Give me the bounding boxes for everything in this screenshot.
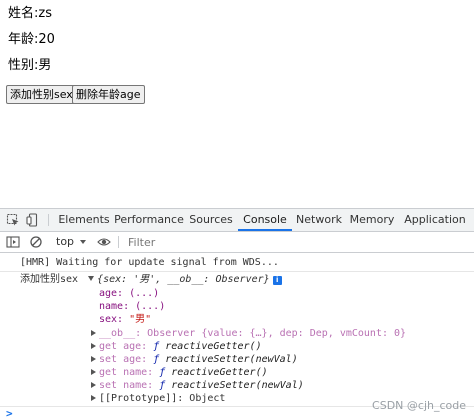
console-toolbar: top	[0, 232, 474, 253]
inspect-element-icon[interactable]	[6, 213, 20, 227]
name-text: 姓名:zs	[8, 6, 52, 21]
prototype-line[interactable]: [[Prototype]]: Object	[91, 392, 225, 405]
expand-arrow-icon[interactable]	[91, 330, 96, 336]
toolbar-separator	[118, 236, 119, 248]
tab-elements[interactable]: Elements	[56, 209, 112, 231]
sex-value: "男"	[129, 314, 152, 325]
accessor-set-age[interactable]: set age: ƒ reactiveSetter(newVal)	[91, 353, 298, 366]
tab-application[interactable]: Application	[404, 209, 466, 231]
expand-arrow-icon[interactable]	[91, 395, 96, 401]
expand-arrow-icon[interactable]	[91, 382, 96, 388]
tab-sources[interactable]: Sources	[188, 209, 234, 231]
prop-age[interactable]: age: (...)	[99, 287, 159, 300]
tab-console[interactable]: Console	[238, 209, 292, 231]
expand-arrow-icon[interactable]	[91, 369, 96, 375]
clear-console-icon[interactable]	[29, 235, 43, 249]
console-prompt[interactable]: >	[6, 407, 13, 420]
context-selector[interactable]: top	[56, 232, 74, 252]
web-page: 姓名:zs 年龄:20 性别:男 添加性别sex 删除年龄age	[0, 0, 474, 208]
sidebar-toggle-icon[interactable]	[6, 235, 20, 249]
watermark: CSDN @cjh_code	[372, 399, 466, 412]
expand-arrow-icon[interactable]	[91, 343, 96, 349]
device-toolbar-icon[interactable]	[26, 213, 40, 227]
tabbar-separator	[48, 214, 49, 226]
accessor-get-name[interactable]: get name: ƒ reactiveGetter()	[91, 366, 268, 379]
prop-sex: sex: "男"	[99, 314, 152, 325]
log-entry[interactable]: 添加性别sex {sex: '男', __ob__: Observer} i	[20, 273, 282, 286]
sex-text: 性别:男	[8, 58, 52, 73]
prop-name[interactable]: name: (...)	[99, 300, 165, 313]
accessor-get-age[interactable]: get age: ƒ reactiveGetter()	[91, 340, 262, 353]
hmr-message: [HMR] Waiting for update signal from WDS…	[20, 257, 279, 268]
devtools-tabbar: Elements Performance Sources Console Net…	[0, 209, 474, 232]
log-label: 添加性别sex	[20, 274, 79, 285]
info-icon[interactable]: i	[272, 276, 282, 285]
message-separator	[0, 271, 474, 272]
delete-age-button[interactable]: 删除年龄age	[72, 85, 145, 104]
age-text: 年龄:20	[8, 32, 55, 47]
prop-ob[interactable]: __ob__: Observer {value: {…}, dep: Dep, …	[91, 327, 406, 340]
filter-input[interactable]	[124, 234, 472, 250]
object-summary[interactable]: {sex: '男', __ob__: Observer}	[97, 274, 270, 285]
tab-performance[interactable]: Performance	[114, 209, 184, 231]
add-sex-button[interactable]: 添加性别sex	[6, 85, 77, 104]
expand-arrow-icon[interactable]	[91, 356, 96, 362]
devtools-panel: Elements Performance Sources Console Net…	[0, 208, 474, 420]
expand-arrow-icon[interactable]	[88, 276, 95, 281]
console-output: [HMR] Waiting for update signal from WDS…	[0, 253, 474, 420]
chevron-down-icon[interactable]	[80, 240, 86, 244]
accessor-set-name[interactable]: set name: ƒ reactiveSetter(newVal)	[91, 379, 304, 392]
tab-memory[interactable]: Memory	[348, 209, 396, 231]
tab-network[interactable]: Network	[296, 209, 342, 231]
eye-icon[interactable]	[97, 235, 111, 249]
